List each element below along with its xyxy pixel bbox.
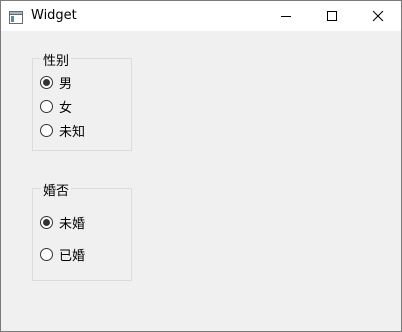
- window-title: Widget: [31, 8, 77, 23]
- gender-group-title: 性别: [41, 50, 72, 69]
- marital-groupbox: 婚否 未婚 已婚: [32, 180, 132, 281]
- radio-label: 未婚: [59, 216, 86, 232]
- minimize-button[interactable]: [263, 1, 309, 31]
- radio-indicator[interactable]: [40, 247, 53, 261]
- minimize-icon: [281, 16, 291, 17]
- radio-married[interactable]: 已婚: [40, 246, 86, 264]
- radio-unmarried[interactable]: 未婚: [40, 214, 86, 232]
- radio-female[interactable]: 女: [40, 98, 73, 116]
- radio-male[interactable]: 男: [40, 74, 73, 92]
- maximize-icon: [327, 11, 337, 21]
- radio-label: 男: [59, 76, 73, 92]
- gender-groupbox: 性别 男 女 未知: [32, 50, 132, 151]
- radio-label: 已婚: [59, 248, 86, 264]
- widget-window: Widget 性别 男 女 未知 婚否 未婚 已婚: [0, 0, 402, 332]
- radio-unknown[interactable]: 未知: [40, 122, 86, 140]
- radio-indicator[interactable]: [40, 99, 53, 113]
- title-bar[interactable]: Widget: [1, 1, 401, 31]
- close-icon: [372, 10, 384, 22]
- radio-label: 未知: [59, 124, 86, 140]
- close-button[interactable]: [355, 1, 401, 31]
- marital-group-title: 婚否: [41, 180, 72, 199]
- app-icon: [9, 9, 23, 24]
- maximize-button[interactable]: [309, 1, 355, 31]
- radio-indicator[interactable]: [40, 215, 53, 229]
- radio-indicator[interactable]: [40, 75, 53, 89]
- radio-label: 女: [59, 100, 73, 116]
- radio-indicator[interactable]: [40, 123, 53, 137]
